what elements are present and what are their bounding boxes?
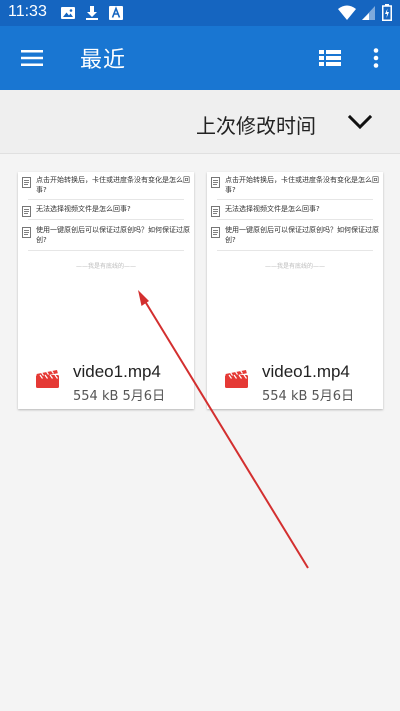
video-file-icon [225, 370, 248, 388]
thumbnail-end-text: ——我是有底线的—— [264, 263, 325, 270]
document-icon [211, 177, 220, 188]
thumbnail-list-item: 点击开始转换后，卡住或进度条没有变化是怎么回事? [22, 175, 190, 195]
status-notification-icons [60, 5, 124, 21]
thumbnail-text: 点击开始转换后，卡住或进度条没有变化是怎么回事? [36, 176, 190, 194]
file-name: video1.mp4 [73, 362, 161, 381]
status-bar: 11:33 [0, 0, 400, 26]
document-icon [22, 177, 31, 188]
list-view-icon[interactable] [318, 46, 342, 70]
thumbnail-text: 点击开始转换后，卡住或进度条没有变化是怎么回事? [225, 176, 379, 194]
a-box-icon [109, 6, 123, 20]
thumbnail-text: 使用一键原创后可以保证过原创吗？如何保证过原创? [36, 226, 190, 244]
video-file-icon [36, 370, 59, 388]
thumbnail-divider [217, 199, 373, 200]
thumbnail-list-item: 无法选择视频文件是怎么回事? [22, 204, 190, 217]
thumbnail-divider [217, 250, 373, 251]
sort-label[interactable]: 上次修改时间 [196, 110, 316, 139]
document-icon [22, 227, 31, 238]
chevron-down-icon[interactable] [347, 112, 373, 132]
thumbnail-text: 无法选择视频文件是怎么回事? [225, 205, 320, 213]
document-icon [211, 227, 220, 238]
download-icon [86, 6, 98, 20]
status-time: 11:33 [8, 3, 47, 20]
thumbnail-divider [28, 219, 184, 220]
image-icon [61, 7, 75, 19]
thumbnail-end-text: ——我是有底线的—— [75, 263, 136, 270]
signal-icon [362, 5, 375, 20]
thumbnail-divider [217, 219, 373, 220]
thumbnail-list-item: 无法选择视频文件是怎么回事? [211, 204, 379, 217]
file-thumbnail: 点击开始转换后，卡住或进度条没有变化是怎么回事? 无法选择视频文件是怎么回事? … [18, 172, 194, 340]
file-meta: 554 kB 5月6日 [262, 389, 355, 404]
thumbnail-list-item: 使用一键原创后可以保证过原创吗？如何保证过原创? [22, 225, 190, 245]
file-info: video1.mp4 554 kB 5月6日 [207, 340, 383, 409]
thumbnail-text: 使用一键原创后可以保证过原创吗？如何保证过原创? [225, 226, 379, 244]
status-system-icons [338, 4, 392, 21]
thumbnail-divider [28, 199, 184, 200]
file-thumbnail: 点击开始转换后，卡住或进度条没有变化是怎么回事? 无法选择视频文件是怎么回事? … [207, 172, 383, 340]
file-card[interactable]: 点击开始转换后，卡住或进度条没有变化是怎么回事? 无法选择视频文件是怎么回事? … [18, 172, 194, 409]
page-title: 最近 [80, 48, 127, 73]
document-icon [211, 206, 220, 217]
file-meta: 554 kB 5月6日 [73, 389, 166, 404]
thumbnail-list-item: 点击开始转换后，卡住或进度条没有变化是怎么回事? [211, 175, 379, 195]
more-options-icon[interactable] [366, 46, 386, 70]
battery-icon [382, 4, 392, 21]
thumbnail-divider [28, 250, 184, 251]
file-info: video1.mp4 554 kB 5月6日 [18, 340, 194, 409]
app-bar: 最近 [0, 26, 400, 90]
thumbnail-text: 无法选择视频文件是怎么回事? [36, 205, 131, 213]
sort-bar: 上次修改时间 [0, 90, 400, 154]
file-card[interactable]: 点击开始转换后，卡住或进度条没有变化是怎么回事? 无法选择视频文件是怎么回事? … [207, 172, 383, 409]
document-icon [22, 206, 31, 217]
wifi-icon [338, 5, 356, 20]
hamburger-menu-icon[interactable] [20, 46, 44, 70]
thumbnail-list-item: 使用一键原创后可以保证过原创吗？如何保证过原创? [211, 225, 379, 245]
file-name: video1.mp4 [262, 362, 350, 381]
